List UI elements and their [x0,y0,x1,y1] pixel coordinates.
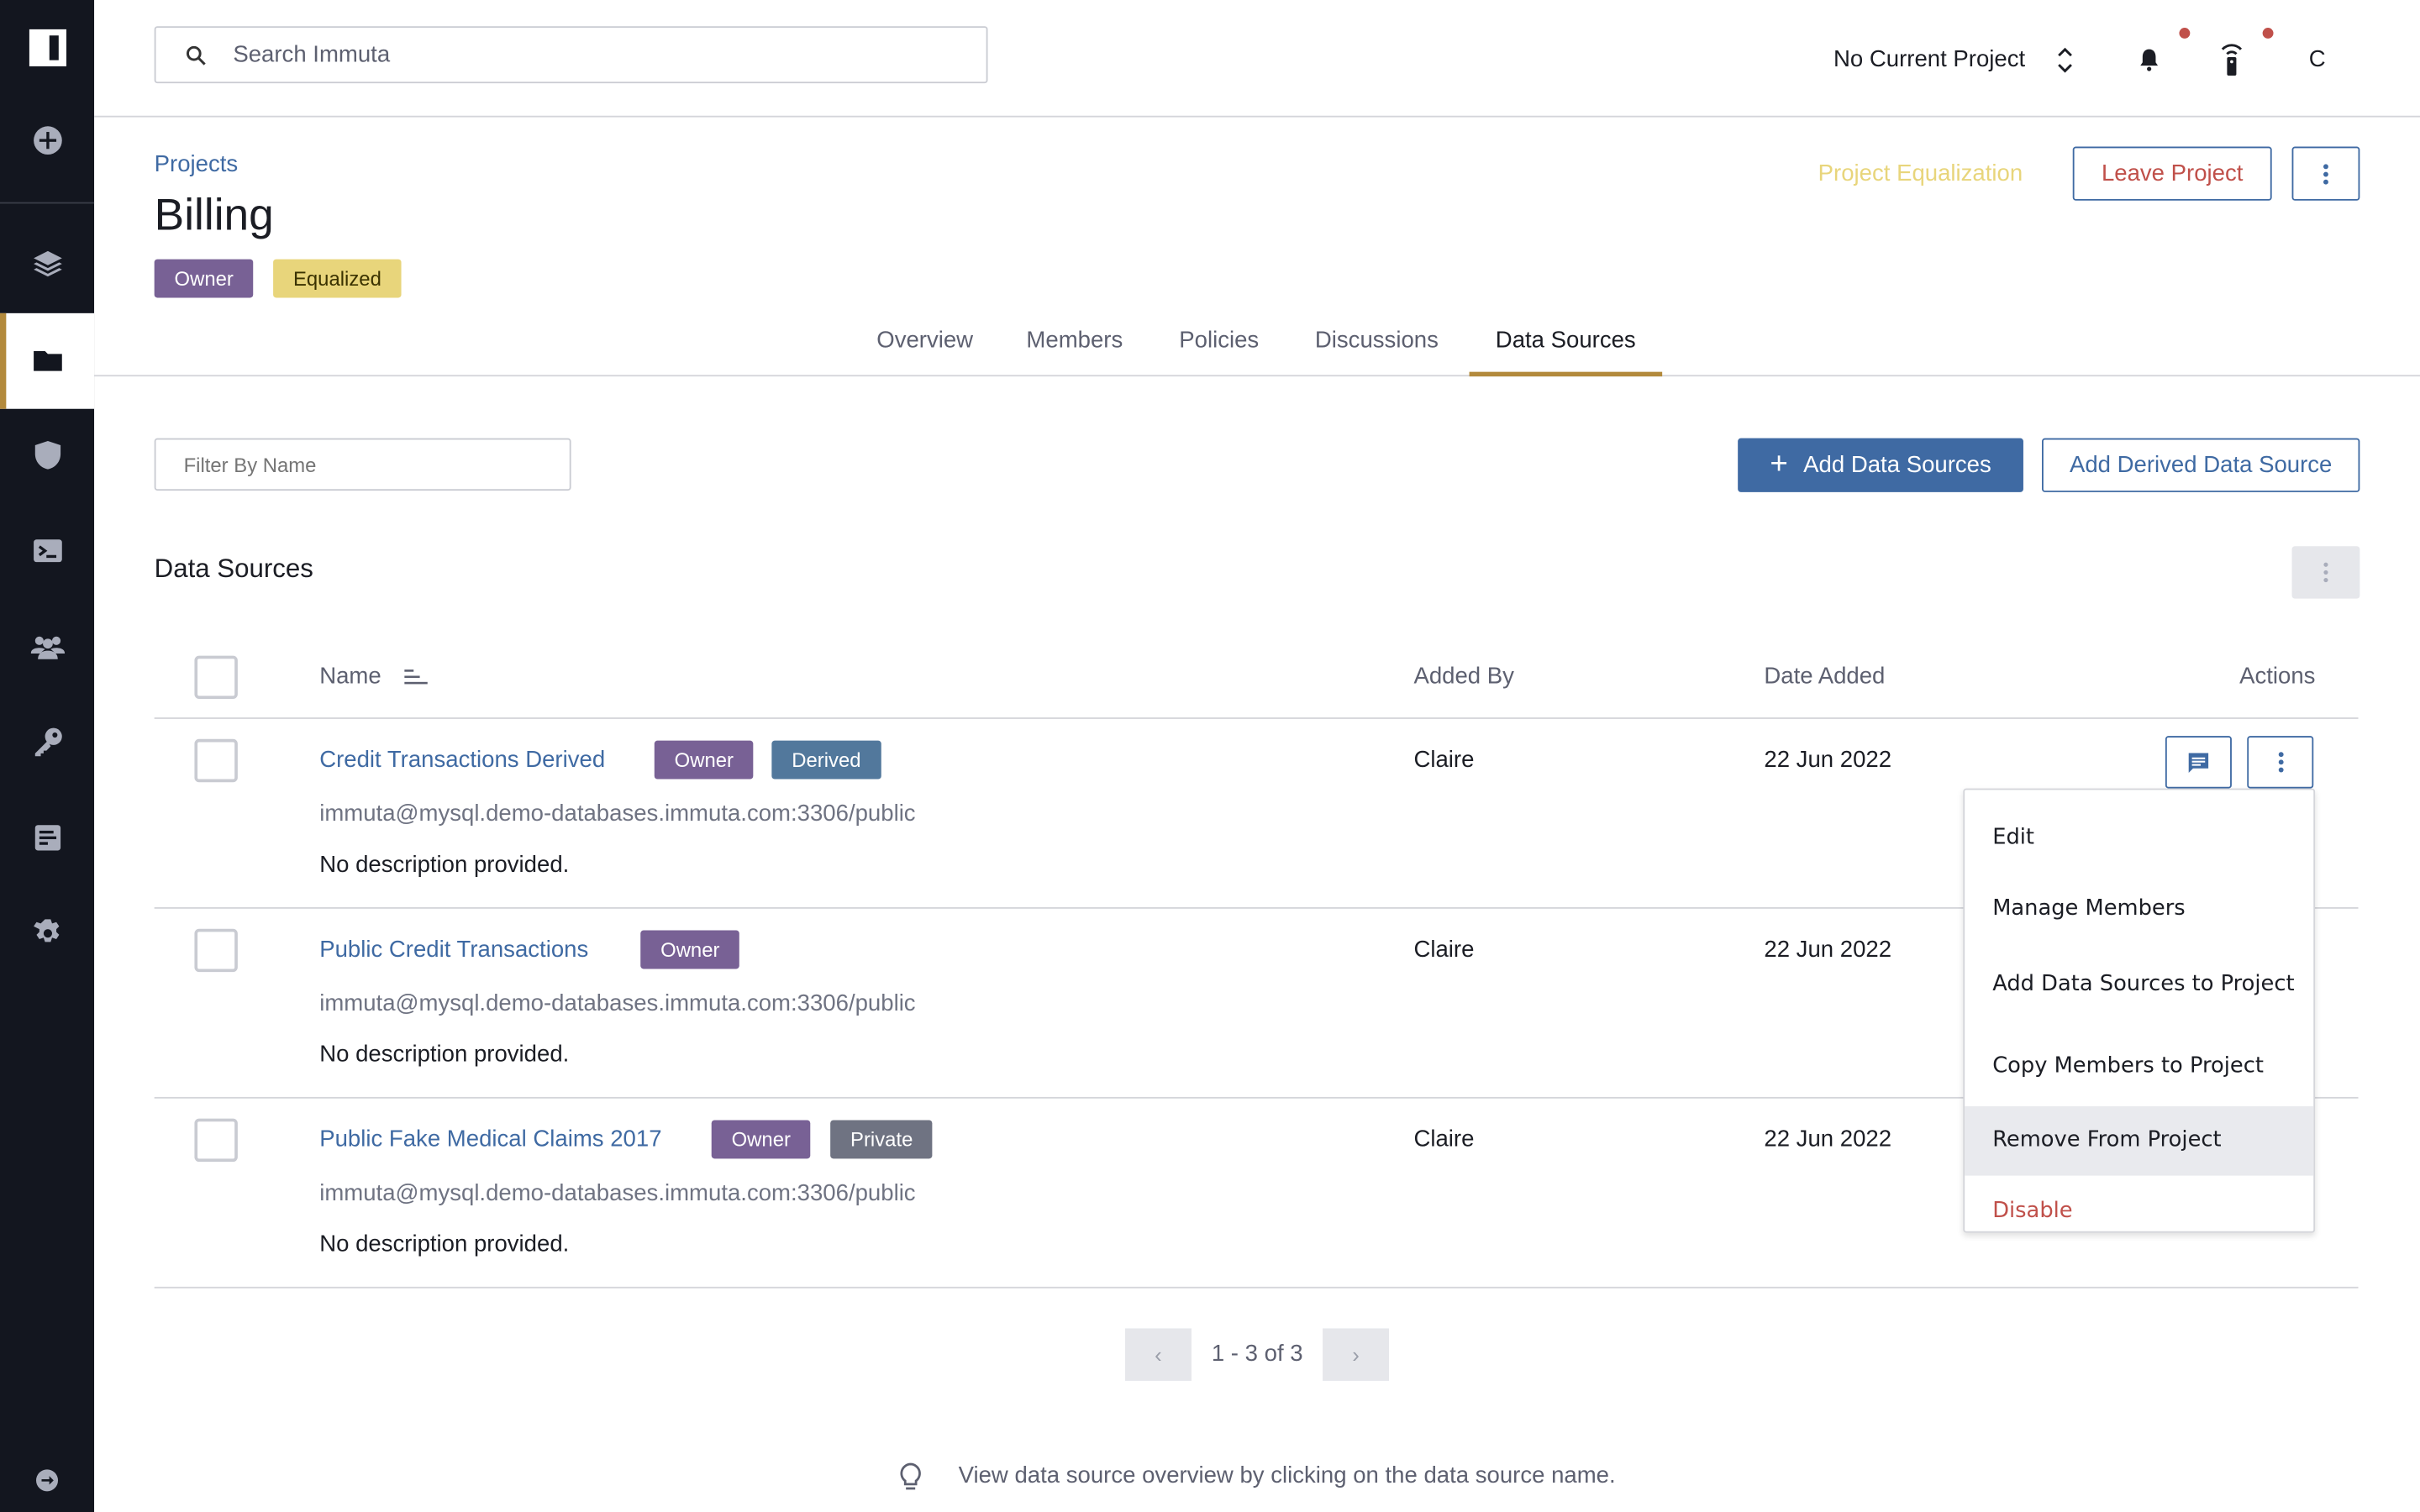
add-data-sources-label: Add Data Sources [1803,452,1991,479]
bulk-actions-button[interactable] [2291,546,2360,599]
chevron-up-down-icon[interactable] [2056,46,2075,74]
added-by: Claire [1413,746,1475,774]
sidebar [0,0,95,1512]
leave-project-label: Leave Project [2101,160,2244,187]
menu-item-add-data-sources-to-project[interactable]: Add Data Sources to Project [1965,950,2313,1018]
chevron-right-icon: › [1352,1341,1360,1368]
discussion-button[interactable] [2165,736,2232,789]
row-checkbox[interactable] [194,738,238,783]
add-derived-data-source-button[interactable]: Add Derived Data Source [2041,438,2360,492]
comment-icon [2188,752,2209,773]
connection-url: immuta@mysql.demo-databases.immuta.com:3… [319,801,916,827]
description: No description provided. [319,851,570,879]
divider [154,1286,2359,1289]
row-checkbox[interactable] [194,928,238,973]
gear-icon[interactable] [0,902,94,963]
connection-url: immuta@mysql.demo-databases.immuta.com:3… [319,990,916,1017]
divider [154,717,2359,719]
shield-icon[interactable] [0,424,94,486]
add-data-sources-button[interactable]: + Add Data Sources [1738,438,2023,492]
row-checkbox[interactable] [194,1118,238,1163]
lightbulb-icon [900,1462,921,1490]
kebab-icon [2323,562,2328,583]
audit-icon[interactable] [0,807,94,869]
owner-badge: Owner [640,930,740,969]
layers-icon[interactable] [0,233,94,294]
tab-policies[interactable]: Policies [1179,327,1259,353]
filter-by-name-input[interactable] [154,438,571,491]
date-added: 22 Jun 2022 [1764,936,1892,963]
owner-badge: Owner [711,1120,811,1159]
owner-badge: Owner [154,259,254,298]
add-derived-label: Add Derived Data Source [2069,452,2333,479]
notification-dot [2262,28,2274,39]
column-name[interactable]: Name [319,664,381,690]
column-date-added: Date Added [1764,663,1886,690]
sort-icon[interactable] [404,668,429,686]
select-all-checkbox[interactable] [194,655,238,700]
people-icon[interactable] [0,616,94,677]
tip-text: View data source overview by clicking on… [958,1462,1616,1489]
data-source-name-link[interactable]: Public Credit Transactions [319,937,588,963]
description: No description provided. [319,1041,570,1068]
key-icon[interactable] [0,711,94,773]
data-source-name-link[interactable]: Credit Transactions Derived [319,747,605,773]
project-more-button[interactable] [2291,146,2360,201]
menu-item-remove-from-project[interactable]: Remove From Project [1965,1105,2314,1176]
equalized-badge: Equalized [273,259,402,298]
page-title: Billing [154,191,274,241]
pagination-label: 1 - 3 of 3 [1211,1341,1303,1368]
menu-item-manage-members[interactable]: Manage Members [1965,874,2313,942]
leave-project-button[interactable]: Leave Project [2072,146,2272,201]
breadcrumb-projects[interactable]: Projects [155,151,239,177]
owner-badge: Owner [654,740,754,780]
search-placeholder: Search Immuta [233,41,391,68]
row-actions-menu: Edit Manage Members Add Data Sources to … [1963,788,2316,1233]
description: No description provided. [319,1231,570,1257]
derived-badge: Derived [771,740,881,780]
immuta-logo[interactable] [0,17,94,78]
projects-folder-icon[interactable] [0,312,95,409]
data-source-name-link[interactable]: Public Fake Medical Claims 2017 [319,1126,661,1152]
section-title: Data Sources [154,554,313,584]
menu-item-disable[interactable]: Disable [1965,1177,2313,1245]
project-equalization-link[interactable]: Project Equalization [1818,160,2023,186]
tab-discussions[interactable]: Discussions [1315,327,1439,353]
date-added: 22 Jun 2022 [1764,746,1892,774]
user-avatar[interactable]: C [2309,46,2326,72]
added-by: Claire [1413,1126,1475,1153]
search-input[interactable]: Search Immuta [154,26,988,84]
tabs-divider [94,375,2420,377]
collapse-arrow-icon[interactable] [0,1449,94,1510]
tab-members[interactable]: Members [1026,327,1123,353]
tab-overview[interactable]: Overview [876,327,973,353]
date-added: 22 Jun 2022 [1764,1126,1892,1153]
terminal-icon[interactable] [0,520,94,581]
menu-item-edit[interactable]: Edit [1965,804,2313,872]
menu-item-copy-members-to-project[interactable]: Copy Members to Project [1965,1032,2313,1100]
add-icon[interactable] [0,109,94,171]
chevron-left-icon: ‹ [1155,1341,1162,1368]
bell-icon[interactable] [2136,46,2162,74]
notification-dot [2179,28,2191,39]
remote-signal-icon[interactable] [2219,42,2244,76]
connection-url: immuta@mysql.demo-databases.immuta.com:3… [319,1180,916,1207]
kebab-icon [2277,752,2283,773]
column-actions: Actions [2239,663,2316,690]
project-selector[interactable]: No Current Project [1833,46,2025,72]
private-badge: Private [830,1120,934,1159]
column-added-by: Added By [1413,663,1514,690]
row-more-button[interactable] [2247,736,2314,789]
kebab-icon [2323,163,2328,184]
prev-page-button[interactable]: ‹ [1124,1328,1192,1381]
added-by: Claire [1413,936,1475,963]
tab-data-sources[interactable]: Data Sources [1496,327,1636,353]
next-page-button[interactable]: › [1323,1328,1390,1381]
search-icon [186,45,206,66]
plus-icon: + [1770,447,1788,482]
active-tab-indicator [1469,371,1663,377]
